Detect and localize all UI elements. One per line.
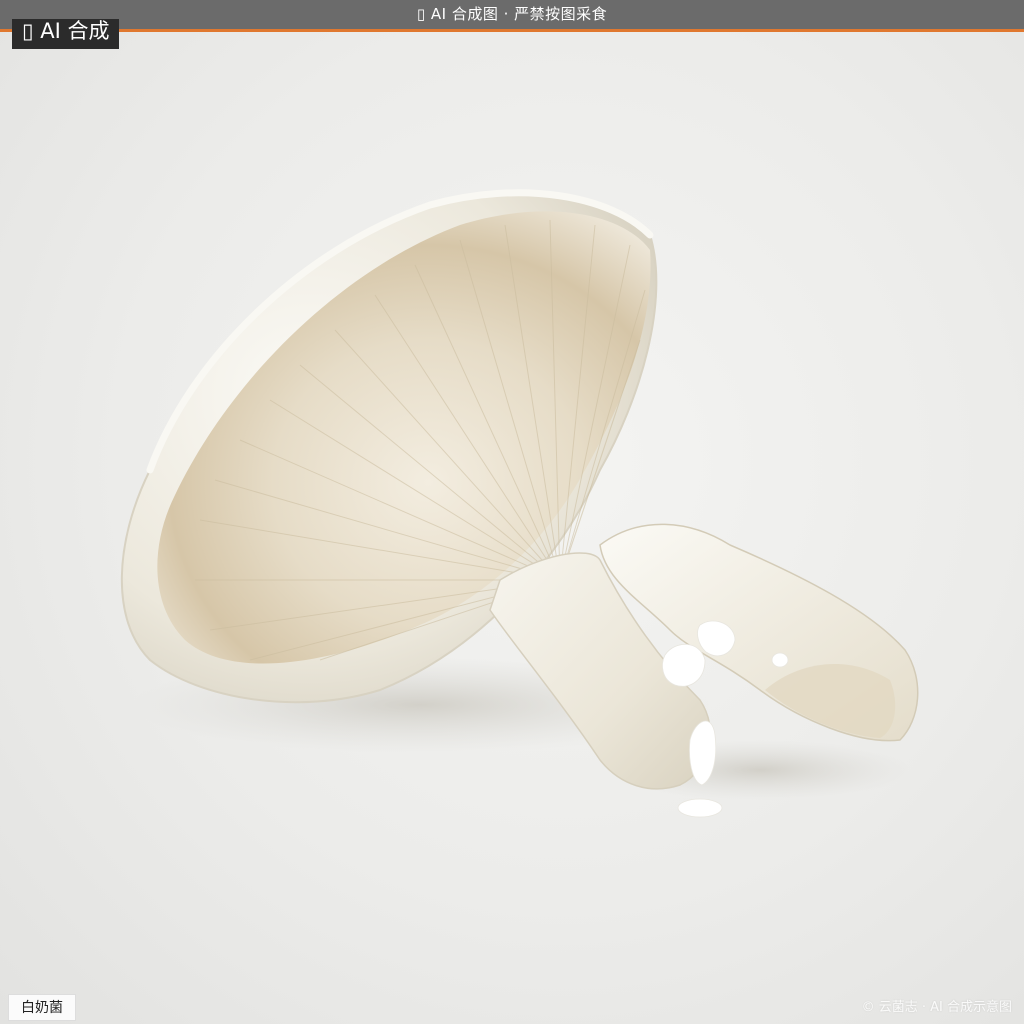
photo-background [0, 0, 1024, 1024]
ai-icon: ▯ [416, 5, 426, 23]
ai-icon: ▯ [22, 19, 34, 43]
mushroom-photo [120, 189, 919, 818]
ai-badge: ▯ AI 合成 [12, 19, 120, 49]
banner-text: AI 合成图 · 严禁按图采食 [430, 5, 608, 23]
watermark: © 云菌志 · AI 合成示意图 [861, 1000, 1012, 1015]
species-label: 白奶菌 [8, 994, 76, 1021]
warning-banner: ▯ AI 合成图 · 严禁按图采食 [0, 0, 1024, 32]
ai-badge-text: AI 合成 [40, 19, 110, 43]
